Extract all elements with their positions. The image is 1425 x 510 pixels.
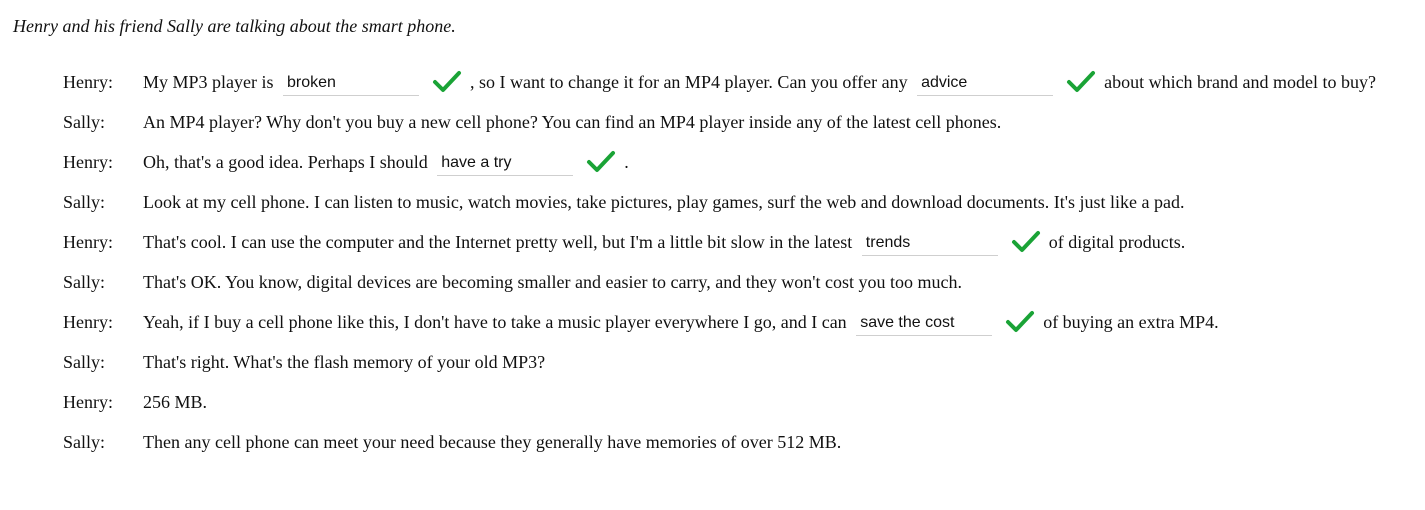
speaker-name: Henry:: [63, 152, 113, 172]
dialogue: Henry: My MP3 player is broken , so I want…: [63, 62, 1415, 462]
speaker-name: Sally:: [63, 432, 106, 452]
dialogue-line: Henry: Oh, that's a good idea. Perhaps I …: [63, 142, 1415, 182]
speech-text: My MP3 player is broken , so I want to ch…: [143, 62, 1415, 102]
speaker-name: Sally:: [63, 272, 106, 292]
speech-segment: of digital products.: [1048, 232, 1186, 252]
speech-segment: .: [624, 152, 629, 172]
speech-segment: That's OK. You know, digital devices are…: [143, 272, 962, 292]
dialogue-line: Sally: Then any cell phone can meet your …: [63, 422, 1415, 462]
speech-text: That's cool. I can use the computer and …: [143, 222, 1415, 262]
speaker-name: Sally:: [63, 352, 106, 372]
speech-text: Then any cell phone can meet your need b…: [143, 422, 1415, 462]
dialogue-line: Sally: Look at my cell phone. I can liste…: [63, 182, 1415, 222]
checkmark-icon: [586, 149, 616, 175]
speech-text: 256 MB.: [143, 382, 1415, 422]
speech-text: That's OK. You know, digital devices are…: [143, 262, 1415, 302]
speech-text: An MP4 player? Why don't you buy a new c…: [143, 102, 1415, 142]
checkmark-icon: [1005, 309, 1035, 335]
answer-field[interactable]: advice: [917, 70, 1054, 96]
speech-segment: That's cool. I can use the computer and …: [143, 232, 853, 252]
speech-segment: Yeah, if I buy a cell phone like this, I…: [143, 312, 847, 332]
answer-field[interactable]: save the cost: [856, 310, 993, 336]
speech-text: Oh, that's a good idea. Perhaps I should…: [143, 142, 1415, 182]
speech-segment: , so I want to change it for an MP4 play…: [470, 72, 908, 92]
speaker-name: Henry:: [63, 392, 113, 412]
dialogue-line: Henry: Yeah, if I buy a cell phone like t…: [63, 302, 1415, 342]
speaker-name: Henry:: [63, 312, 113, 332]
dialogue-line: Henry: That's cool. I can use the compute…: [63, 222, 1415, 262]
speech-segment: My MP3 player is: [143, 72, 274, 92]
speech-segment: That's right. What's the flash memory of…: [143, 352, 546, 372]
instruction-text: Henry and his friend Sally are talking a…: [13, 16, 456, 36]
dialogue-line: Sally: An MP4 player? Why don't you buy a…: [63, 102, 1415, 142]
answer-field[interactable]: have a try: [437, 150, 574, 176]
speech-text: That's right. What's the flash memory of…: [143, 342, 1415, 382]
speaker-name: Henry:: [63, 72, 113, 92]
dialogue-line: Sally: That's OK. You know, digital devic…: [63, 262, 1415, 302]
speech-segment: An MP4 player? Why don't you buy a new c…: [143, 112, 1002, 132]
checkmark-icon: [1011, 229, 1041, 255]
dialogue-line: Henry: 256 MB.: [63, 382, 1415, 422]
speech-segment: Then any cell phone can meet your need b…: [143, 432, 842, 452]
speech-segment: Look at my cell phone. I can listen to m…: [143, 192, 1185, 212]
speech-segment: 256 MB.: [143, 392, 208, 412]
speech-segment: Oh, that's a good idea. Perhaps I should: [143, 152, 428, 172]
checkmark-icon: [1066, 69, 1096, 95]
speaker-name: Sally:: [63, 192, 106, 212]
checkmark-icon: [432, 69, 462, 95]
speech-text: Yeah, if I buy a cell phone like this, I…: [143, 302, 1415, 342]
speech-text: Look at my cell phone. I can listen to m…: [143, 182, 1415, 222]
speech-segment: about which brand and model to buy?: [1104, 72, 1377, 92]
answer-field[interactable]: broken: [283, 70, 419, 96]
answer-field[interactable]: trends: [861, 230, 998, 256]
dialogue-line: Sally: That's right. What's the flash mem…: [63, 342, 1415, 382]
speaker-name: Henry:: [63, 232, 113, 252]
speaker-name: Sally:: [63, 112, 106, 132]
dialogue-line: Henry: My MP3 player is broken , so I want…: [63, 62, 1415, 102]
speech-segment: of buying an extra MP4.: [1043, 312, 1219, 332]
